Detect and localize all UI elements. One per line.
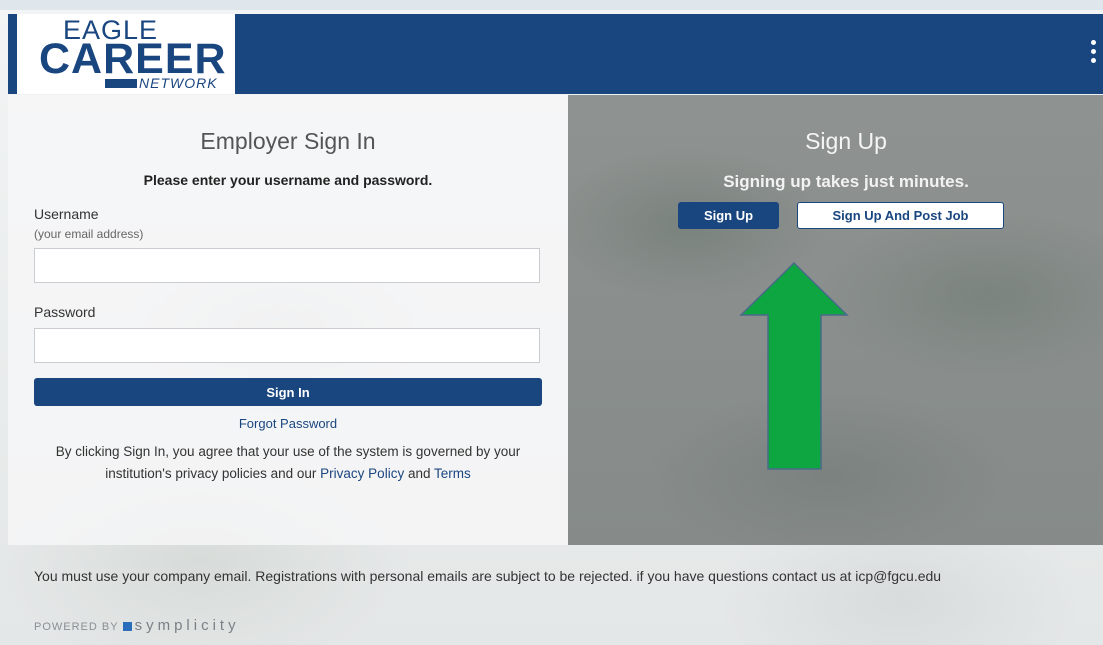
legal-text-and: and bbox=[404, 466, 434, 481]
username-input[interactable] bbox=[34, 248, 540, 283]
symplicity-logo-icon bbox=[122, 622, 132, 631]
privacy-policy-link[interactable]: Privacy Policy bbox=[320, 466, 404, 481]
symplicity-brand: symplicity bbox=[134, 617, 240, 634]
green-up-arrow-icon bbox=[739, 262, 849, 470]
sign-in-legal-text: By clicking Sign In, you agree that your… bbox=[34, 441, 542, 485]
password-label: Password bbox=[34, 304, 96, 320]
company-email-notice: You must use your company email. Registr… bbox=[34, 568, 942, 584]
username-hint: (your email address) bbox=[34, 227, 144, 241]
password-input[interactable] bbox=[34, 328, 540, 363]
terms-link[interactable]: Terms bbox=[434, 466, 471, 481]
sign-up-button[interactable]: Sign Up bbox=[678, 202, 779, 229]
eagle-career-network-logo[interactable]: EAGLE CAREER NETWORK bbox=[13, 14, 235, 94]
employer-sign-in-panel: Employer Sign In Please enter your usern… bbox=[8, 95, 568, 545]
sign-in-instructions: Please enter your username and password. bbox=[143, 172, 433, 188]
sign-up-subtitle: Signing up takes just minutes. bbox=[723, 172, 969, 191]
arrow-shape bbox=[739, 262, 849, 470]
logo-bar bbox=[105, 79, 137, 88]
sign-in-button[interactable]: Sign In bbox=[34, 378, 542, 406]
sign-up-title: Sign Up bbox=[805, 128, 887, 154]
sign-up-and-post-job-button[interactable]: Sign Up And Post Job bbox=[797, 202, 1004, 229]
logo-text-network: NETWORK bbox=[139, 75, 218, 91]
sign-in-title: Employer Sign In bbox=[200, 128, 376, 154]
powered-by-symplicity[interactable]: POWERED BY symplicity bbox=[34, 617, 240, 634]
forgot-password-link[interactable]: Forgot Password bbox=[8, 416, 568, 431]
menu-dot bbox=[1090, 58, 1096, 63]
menu-dot bbox=[1090, 40, 1096, 45]
powered-by-label: POWERED BY bbox=[34, 621, 119, 633]
vertical-ellipsis-icon[interactable] bbox=[1087, 40, 1099, 68]
username-label: Username bbox=[34, 206, 99, 222]
top-strip bbox=[0, 0, 1103, 10]
menu-dot bbox=[1090, 49, 1096, 54]
